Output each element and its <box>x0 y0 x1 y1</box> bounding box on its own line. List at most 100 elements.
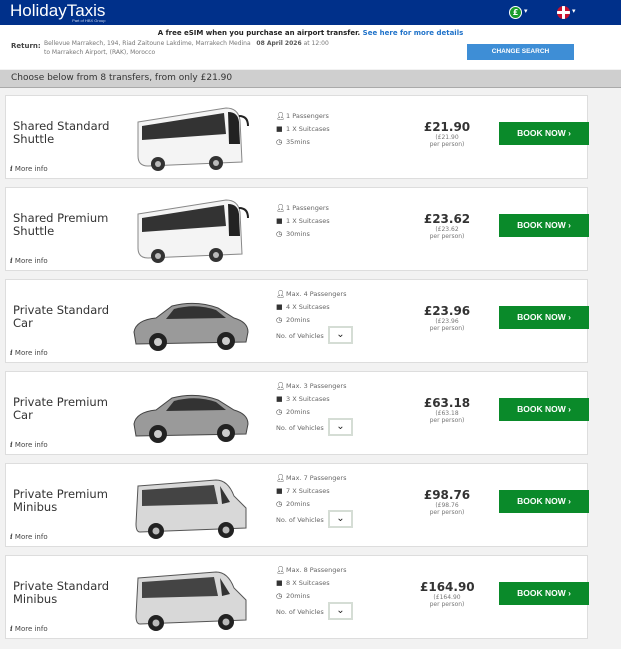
chevron-down-icon: ⌄ <box>336 329 345 340</box>
car-image <box>126 284 256 360</box>
results-summary: Choose below from 8 transfers, from only… <box>0 70 621 88</box>
vehicles-dropdown[interactable]: ⌄ <box>328 326 353 344</box>
transfer-card: Private Premium Minibus i More info 👤︎Ma… <box>5 463 589 547</box>
info-icon: i <box>10 348 13 357</box>
suitcases: ■ 3 X Suitcases <box>276 395 330 403</box>
clock-icon: ◷ <box>276 592 283 600</box>
transfer-title: Shared Premium Shuttle <box>13 211 109 238</box>
vehicles-dropdown[interactable]: ⌄ <box>328 418 353 436</box>
person-icon: 👤︎ <box>276 474 285 482</box>
book-now-button[interactable]: BOOK NOW › <box>499 214 589 237</box>
clock-icon: ◷ <box>276 230 283 238</box>
suitcases: ■ 1 X Suitcases <box>276 217 330 225</box>
transfer-card: Private Premium Car i More info 👤︎Max. 3… <box>5 371 589 455</box>
book-now-button[interactable]: BOOK NOW › <box>499 306 589 329</box>
chevron-down-icon: ⌄ <box>336 421 345 432</box>
journey-time: ◷ 20mins <box>276 592 310 600</box>
return-label: Return: <box>11 42 41 50</box>
suitcase-icon: ■ <box>276 125 283 133</box>
transfer-card: Shared Premium Shuttle i More info 👤︎1 P… <box>5 187 589 271</box>
suitcase-icon: ■ <box>276 303 283 311</box>
person-icon: 👤︎ <box>276 382 285 390</box>
journey-time: ◷ 35mins <box>276 138 310 146</box>
car-image <box>126 376 256 452</box>
suitcases: ■ 8 X Suitcases <box>276 579 330 587</box>
book-now-button[interactable]: BOOK NOW › <box>499 582 589 605</box>
info-icon: i <box>10 532 13 541</box>
suitcases: ■ 7 X Suitcases <box>276 487 330 495</box>
bus-image <box>126 192 256 268</box>
suitcases: ■ 4 X Suitcases <box>276 303 330 311</box>
logo[interactable]: HolidayTaxis Part of HBX Group <box>10 1 105 23</box>
vehicles-dropdown[interactable]: ⌄ <box>328 602 353 620</box>
vehicles-selector: No. of Vehicles ⌄ <box>276 510 353 528</box>
book-now-button[interactable]: BOOK NOW › <box>499 122 589 145</box>
bus-image <box>126 100 256 176</box>
transfer-card: Private Standard Minibus i More info 👤︎M… <box>5 555 589 639</box>
info-icon: i <box>10 440 13 449</box>
transfer-title: Private Standard Car <box>13 303 110 330</box>
transfer-title: Private Premium Minibus <box>13 487 108 514</box>
suitcase-icon: ■ <box>276 579 283 587</box>
person-icon: 👤︎ <box>276 290 285 298</box>
journey-time: ◷ 20mins <box>276 500 310 508</box>
person-icon: 👤︎ <box>276 204 285 212</box>
passengers: 👤︎1 Passengers <box>276 204 329 212</box>
van-image <box>126 560 256 636</box>
suitcases: ■ 1 X Suitcases <box>276 125 330 133</box>
price: £164.90 (£164.90 per person) <box>420 580 475 608</box>
passengers: 👤︎1 Passengers <box>276 112 329 120</box>
person-icon: 👤︎ <box>276 566 285 574</box>
transfer-title: Private Standard Minibus <box>13 579 110 606</box>
book-now-button[interactable]: BOOK NOW › <box>499 490 589 513</box>
more-info-link[interactable]: i More info <box>10 164 48 173</box>
journey-time: ◷ 30mins <box>276 230 310 238</box>
more-info-link[interactable]: i More info <box>10 440 48 449</box>
search-info: A free eSIM when you purchase an airport… <box>0 25 621 69</box>
transfer-title: Private Premium Car <box>13 395 108 422</box>
suitcase-icon: ■ <box>276 395 283 403</box>
clock-icon: ◷ <box>276 500 283 508</box>
price: £23.96 (£23.96 per person) <box>423 304 471 332</box>
clock-icon: ◷ <box>276 408 283 416</box>
more-info-link[interactable]: i More info <box>10 348 48 357</box>
info-icon: i <box>10 624 13 633</box>
person-icon: 👤︎ <box>276 112 285 120</box>
vehicles-selector: No. of Vehicles ⌄ <box>276 418 353 436</box>
van-image <box>126 468 256 544</box>
uk-flag-icon[interactable] <box>557 6 570 19</box>
price: £63.18 (£63.18 per person) <box>423 396 471 424</box>
passengers: 👤︎Max. 8 Passengers <box>276 566 347 574</box>
top-bar: HolidayTaxis Part of HBX Group £ ▾ ▾ <box>0 0 621 25</box>
price: £21.90 (£21.90 per person) <box>423 120 471 148</box>
passengers: 👤︎Max. 4 Passengers <box>276 290 347 298</box>
vehicles-dropdown[interactable]: ⌄ <box>328 510 353 528</box>
currency-selector[interactable]: £ <box>509 6 522 19</box>
price: £23.62 (£23.62 per person) <box>423 212 471 240</box>
chevron-down-icon: ▾ <box>572 7 576 15</box>
return-details: Bellevue Marrakech, 194, Riad Zaitoune L… <box>44 40 329 56</box>
more-info-link[interactable]: i More info <box>10 256 48 265</box>
chevron-down-icon: ⌄ <box>336 605 345 616</box>
journey-time: ◷ 20mins <box>276 316 310 324</box>
clock-icon: ◷ <box>276 316 283 324</box>
more-info-link[interactable]: i More info <box>10 532 48 541</box>
suitcase-icon: ■ <box>276 487 283 495</box>
vehicles-selector: No. of Vehicles ⌄ <box>276 326 353 344</box>
chevron-down-icon: ⌄ <box>336 513 345 524</box>
transfer-card: Shared Standard Shuttle i More info 👤︎1 … <box>5 95 589 179</box>
esim-banner: A free eSIM when you purchase an airport… <box>157 29 464 37</box>
esim-link[interactable]: See here for more details <box>363 29 464 37</box>
more-info-link[interactable]: i More info <box>10 624 48 633</box>
clock-icon: ◷ <box>276 138 283 146</box>
chevron-down-icon: ▾ <box>524 7 528 15</box>
vehicles-selector: No. of Vehicles ⌄ <box>276 602 353 620</box>
price: £98.76 (£98.76 per person) <box>423 488 471 516</box>
passengers: 👤︎Max. 7 Passengers <box>276 474 347 482</box>
journey-time: ◷ 20mins <box>276 408 310 416</box>
book-now-button[interactable]: BOOK NOW › <box>499 398 589 421</box>
info-icon: i <box>10 164 13 173</box>
transfer-card: Private Standard Car i More info 👤︎Max. … <box>5 279 589 363</box>
suitcase-icon: ■ <box>276 217 283 225</box>
change-search-button[interactable]: CHANGE SEARCH <box>467 44 574 60</box>
